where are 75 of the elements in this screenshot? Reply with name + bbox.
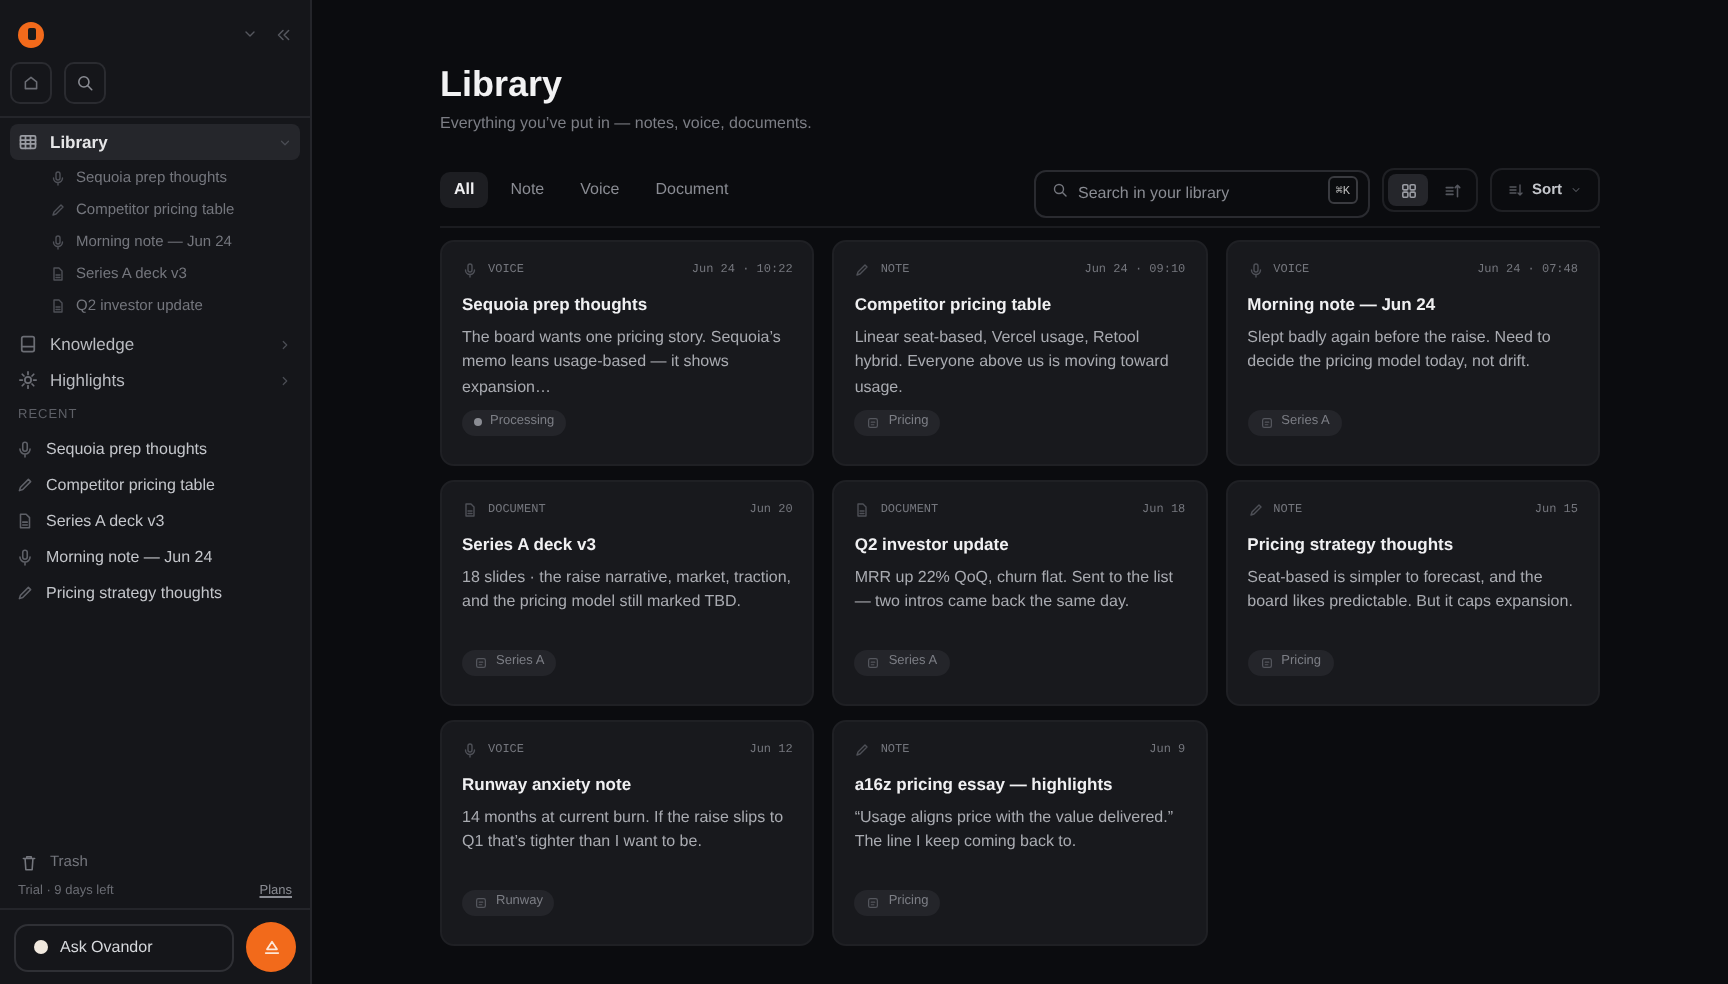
home-icon: [22, 74, 40, 92]
tag-icon: [866, 895, 881, 910]
microphone-icon: [1247, 261, 1264, 277]
card-title: Morning note — Jun 24: [1247, 292, 1438, 318]
logo-icon: [18, 21, 44, 47]
document-icon: [462, 501, 478, 517]
card-excerpt: The board wants one pricing story. Sequoia’s memo leans usage-based — it shows expansion…: [462, 325, 783, 400]
grid-icon: [1399, 181, 1417, 199]
filter-tab[interactable]: All: [440, 172, 489, 208]
filter-tab[interactable]: Note: [496, 172, 559, 208]
document-icon: [50, 266, 66, 282]
ask-button[interactable]: Ask Ovandor: [14, 923, 234, 971]
card-title: Q2 investor update: [854, 532, 1011, 558]
card-excerpt: “Usage aligns price with the value delivered.” The line I keep coming back to.: [854, 805, 1176, 855]
card-title: a16z pricing essay — highlights: [854, 772, 1115, 798]
nav-item[interactable]: Highlights: [10, 362, 300, 398]
grid-view-button[interactable]: [1388, 174, 1428, 206]
tag-icon: [866, 655, 881, 670]
microphone-icon: [16, 548, 34, 567]
search-button[interactable]: [64, 62, 106, 104]
microphone-icon: [462, 261, 478, 277]
collapse-icon: [274, 25, 292, 43]
pencil-icon: [16, 476, 34, 495]
tag-icon: [474, 655, 488, 670]
search-icon: [76, 74, 94, 92]
tag-icon: [474, 895, 488, 910]
recent-item[interactable]: Sequoia prep thoughts: [16, 431, 294, 468]
filter-tab[interactable]: Voice: [566, 172, 634, 208]
tag-icon: [1259, 415, 1274, 430]
sun-icon: [18, 370, 38, 390]
card-title: Sequoia prep thoughts: [462, 292, 650, 318]
search-icon: [1052, 182, 1068, 198]
tag-icon: [1259, 655, 1274, 670]
card-title: Pricing strategy thoughts: [1247, 532, 1456, 558]
microphone-icon: [16, 440, 34, 459]
grid-icon: [18, 132, 38, 152]
recent-item[interactable]: Pricing strategy thoughts: [16, 575, 294, 612]
microphone-icon: [50, 170, 66, 186]
chevron-down-icon: [242, 26, 258, 42]
sort-icon: [1508, 182, 1524, 198]
pencil-icon: [854, 741, 871, 757]
pencil-icon: [50, 202, 66, 218]
card-excerpt: Slept badly again before the raise. Need to decide the pricing model today, not drift.: [1247, 325, 1553, 375]
card-excerpt: Linear seat-based, Vercel usage, Retool hybrid. Everyone above us is moving toward usage.: [854, 325, 1171, 400]
card-excerpt: MRR up 22% QoQ, churn flat. Sent to the list — two intros came back the same day.: [854, 565, 1176, 615]
pencil-icon: [1247, 501, 1264, 517]
pencil-icon: [16, 584, 34, 603]
nav-item[interactable]: Library: [10, 124, 300, 160]
nav-item[interactable]: Knowledge: [10, 326, 300, 362]
card-title: Runway anxiety note: [462, 772, 634, 798]
trash-icon: [20, 853, 38, 871]
tag-icon: [866, 415, 881, 430]
filter-tab[interactable]: Document: [641, 172, 743, 208]
pencil-icon: [854, 261, 871, 277]
compose-button[interactable]: [246, 922, 296, 972]
recent-item[interactable]: Series A deck v3: [16, 503, 294, 540]
microphone-icon: [50, 234, 66, 250]
card-title: Series A deck v3: [462, 532, 598, 558]
chevron-down-icon: [1570, 184, 1582, 196]
book-icon: [18, 334, 38, 354]
microphone-icon: [462, 741, 478, 757]
card-excerpt: 14 months at current burn. If the raise slips to Q1 that’s tighter than I want to be.: [462, 805, 786, 855]
home-button[interactable]: [10, 62, 52, 104]
document-icon: [854, 501, 871, 517]
eject-icon: [261, 937, 281, 957]
document-icon: [16, 512, 34, 531]
card-title: Competitor pricing table: [854, 292, 1054, 318]
recent-item[interactable]: Morning note — Jun 24: [16, 539, 294, 576]
recent-item[interactable]: Competitor pricing table: [16, 467, 294, 504]
page-subtitle: Everything you’ve put in — notes, voice, documents.: [440, 112, 814, 136]
card-excerpt: 18 slides · the raise narrative, market, traction, and the pricing model still marked TBD.: [462, 565, 793, 615]
page-title: Library: [440, 62, 565, 108]
list-icon: [1443, 181, 1461, 199]
document-icon: [50, 298, 66, 314]
card-excerpt: Seat-based is simpler to forecast, and the board likes predictable. But it caps expansion.: [1247, 565, 1575, 615]
